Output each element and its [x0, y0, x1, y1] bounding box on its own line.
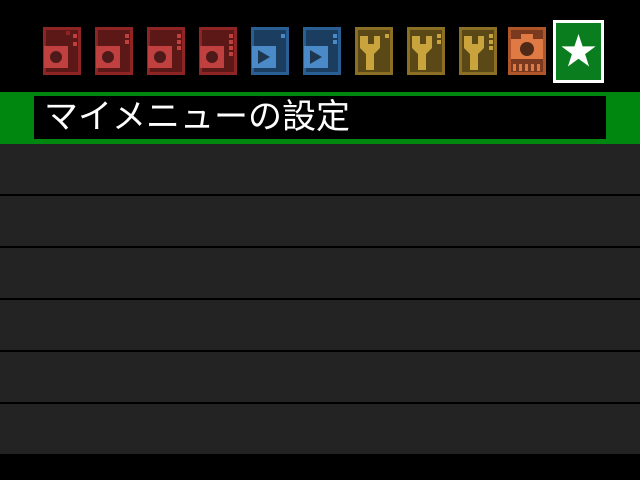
menu-row-4[interactable] — [0, 300, 640, 350]
title-box: マイメニューの設定 — [34, 96, 606, 139]
setup-wrench-icon — [459, 27, 497, 75]
menu-row-6[interactable] — [0, 404, 640, 454]
tab-custom-functions[interactable] — [507, 26, 547, 76]
setup-wrench-icon — [407, 27, 445, 75]
menu-tab-bar — [0, 0, 640, 92]
setup-wrench-icon — [355, 27, 393, 75]
menu-row-2[interactable] — [0, 196, 640, 246]
playback-icon — [303, 27, 341, 75]
tab-my-menu[interactable] — [553, 20, 604, 83]
menu-row-5[interactable] — [0, 352, 640, 402]
playback-icon — [251, 27, 289, 75]
tab-setup-3[interactable] — [458, 26, 498, 76]
menu-row-1[interactable] — [0, 144, 640, 194]
tab-playback-2[interactable] — [302, 26, 342, 76]
shooting-camera-icon — [199, 27, 237, 75]
tab-shooting-2[interactable] — [94, 26, 134, 76]
menu-header-band: マイメニューの設定 — [0, 92, 640, 144]
tab-setup-2[interactable] — [406, 26, 446, 76]
page-title: マイメニューの設定 — [44, 97, 350, 137]
my-menu-star-icon — [561, 34, 596, 67]
menu-row-3[interactable] — [0, 248, 640, 298]
tab-shooting-4[interactable] — [198, 26, 238, 76]
shooting-camera-icon — [43, 27, 81, 75]
menu-list — [0, 144, 640, 455]
tab-setup-1[interactable] — [354, 26, 394, 76]
tab-shooting-1[interactable] — [42, 26, 82, 76]
custom-function-camera-icon — [508, 27, 546, 75]
shooting-camera-icon — [147, 27, 185, 75]
tab-playback-1[interactable] — [250, 26, 290, 76]
shooting-camera-icon — [95, 27, 133, 75]
tab-shooting-3[interactable] — [146, 26, 186, 76]
